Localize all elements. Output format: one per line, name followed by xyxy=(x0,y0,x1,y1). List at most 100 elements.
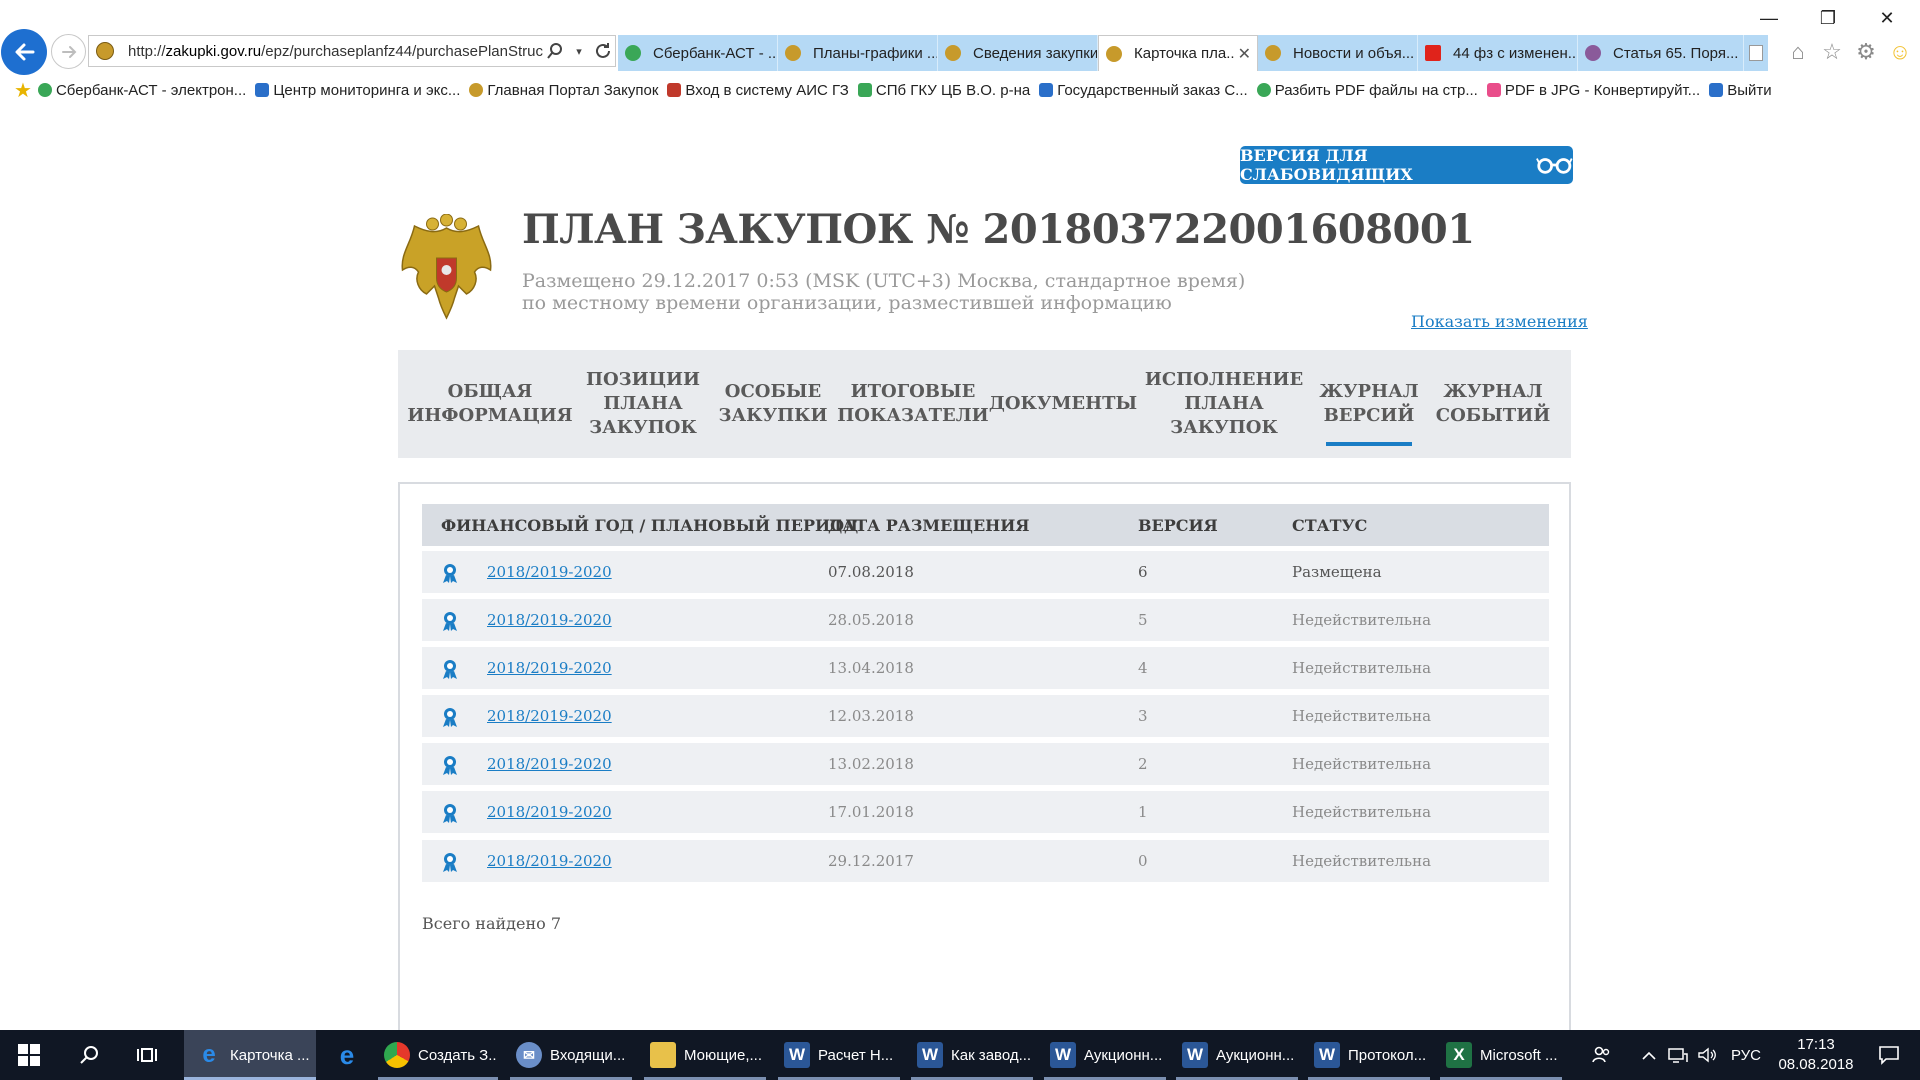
address-bar[interactable]: http://zakupki.gov.ru/epz/purchaseplanfz… xyxy=(88,35,616,67)
people-icon[interactable] xyxy=(1582,1030,1622,1080)
search-taskbar-button[interactable] xyxy=(62,1030,116,1080)
tab-documents[interactable]: ДОКУМЕНТЫ xyxy=(989,350,1137,458)
favorite-link[interactable]: Выйти xyxy=(1709,82,1772,99)
show-changes-link[interactable]: Показать изменения xyxy=(1411,312,1588,331)
low-vision-version-button[interactable]: ВЕРСИЯ ДЛЯ СЛАБОВИДЯЩИХ xyxy=(1240,146,1573,184)
taskbar-app[interactable]: W Расчет Н... xyxy=(778,1030,900,1080)
posted-date-text: Размещено 29.12.2017 0:53 (MSK (UTC+3) М… xyxy=(522,270,1246,292)
award-icon xyxy=(443,756,457,775)
tab-summary-indicators[interactable]: ИТОГОВЫЕ ПОКАЗАТЕЛИ xyxy=(837,350,988,458)
favorite-link[interactable]: Вход в систему АИС ГЗ xyxy=(667,82,849,99)
taskbar-app[interactable]: e Карточка ... xyxy=(184,1030,316,1080)
browser-tab[interactable]: Планы-графики ... xyxy=(778,35,938,71)
favorite-icon xyxy=(255,83,270,97)
favorites-bar: ★ Сбербанк-АСТ - электрон... Центр монит… xyxy=(0,78,1920,102)
taskbar-app[interactable]: Моющие,... xyxy=(644,1030,766,1080)
tab-general-info[interactable]: ОБЩАЯ ИНФОРМАЦИЯ xyxy=(407,350,572,458)
taskbar-app[interactable]: W Как завод... xyxy=(911,1030,1033,1080)
new-tab-button[interactable] xyxy=(1744,35,1768,71)
chevron-up-icon[interactable] xyxy=(1636,1030,1662,1080)
input-language[interactable]: РУС xyxy=(1724,1030,1768,1080)
settings-gear-icon[interactable]: ⚙ xyxy=(1852,38,1880,66)
table-header: ФИНАНСОВЫЙ ГОД / ПЛАНОВЫЙ ПЕРИОД ДАТА РА… xyxy=(422,504,1549,546)
search-icon[interactable] xyxy=(543,39,567,63)
status-cell: Недействительна xyxy=(1292,755,1432,773)
tab-label: ДОКУМЕНТЫ xyxy=(988,393,1138,414)
favorite-link[interactable]: PDF в JPG - Конвертируйт... xyxy=(1486,82,1700,99)
favorite-link[interactable]: СПб ГКУ ЦБ В.О. р-на xyxy=(857,82,1030,99)
close-window-button[interactable]: ✕ xyxy=(1864,2,1910,34)
tab-favicon-icon xyxy=(945,45,961,61)
taskbar-app[interactable]: W Аукционн... xyxy=(1044,1030,1166,1080)
refresh-icon[interactable] xyxy=(591,39,615,63)
home-icon[interactable]: ⌂ xyxy=(1784,38,1812,66)
browser-tab-active[interactable]: Карточка пла... ✕ xyxy=(1098,35,1258,71)
smiley-feedback-icon[interactable]: ☺ xyxy=(1886,38,1914,66)
tab-event-log[interactable]: ЖУРНАЛ СОБЫТИЙ xyxy=(1436,350,1550,458)
taskbar-app[interactable]: W Протокол... xyxy=(1308,1030,1430,1080)
tab-label: ПОЗИЦИИ ПЛАНА ЗАКУПОК xyxy=(585,369,701,438)
tab-close-icon[interactable]: ✕ xyxy=(1238,44,1251,64)
tab-favicon-icon xyxy=(1425,45,1441,61)
period-link[interactable]: 2018/2019-2020 xyxy=(487,803,612,821)
browser-tab[interactable]: Сведения закупки xyxy=(938,35,1098,71)
tab-strip: Сбербанк-АСТ - ... Планы-графики ... Све… xyxy=(618,35,1768,71)
browser-tab[interactable]: Сбербанк-АСТ - ... xyxy=(618,35,778,71)
table-row: 2018/2019-2020 13.02.2018 2 Недействител… xyxy=(422,743,1549,785)
tab-plan-positions[interactable]: ПОЗИЦИИ ПЛАНА ЗАКУПОК xyxy=(585,350,701,458)
volume-icon[interactable] xyxy=(1694,1030,1720,1080)
clock-date: 08.08.2018 xyxy=(1778,1056,1854,1073)
taskbar-app[interactable]: X Microsoft ... xyxy=(1440,1030,1562,1080)
dropdown-icon[interactable]: ▾ xyxy=(567,39,591,63)
favorite-link[interactable]: Сбербанк-АСТ - электрон... xyxy=(37,82,246,99)
version-cell: 6 xyxy=(1138,563,1148,581)
date-cell: 13.04.2018 xyxy=(828,659,914,677)
action-center-button[interactable] xyxy=(1864,1030,1914,1080)
clock-time: 17:13 xyxy=(1797,1036,1835,1053)
back-button[interactable] xyxy=(1,29,47,75)
chrome-icon xyxy=(384,1042,410,1068)
windows-taskbar: e Карточка ... e Создать З... ✉ Входящи...… xyxy=(0,1030,1920,1080)
add-favorite-star-icon[interactable]: ★ xyxy=(14,78,32,103)
taskbar-app[interactable]: Создать З... xyxy=(378,1030,498,1080)
restore-button[interactable]: ❐ xyxy=(1805,2,1851,34)
browser-tab[interactable]: 44 фз с изменен... xyxy=(1418,35,1578,71)
tab-version-log[interactable]: ЖУРНАЛ ВЕРСИЙ xyxy=(1319,350,1419,458)
period-link[interactable]: 2018/2019-2020 xyxy=(487,707,612,725)
minimize-button[interactable]: — xyxy=(1746,2,1792,34)
period-link[interactable]: 2018/2019-2020 xyxy=(487,852,612,870)
word-icon: W xyxy=(1050,1042,1076,1068)
favorite-icon xyxy=(667,83,682,97)
favorite-link[interactable]: Центр мониторинга и экс... xyxy=(255,82,460,99)
tab-plan-execution[interactable]: ИСПОЛНЕНИЕ ПЛАНА ЗАКУПОК xyxy=(1145,350,1303,458)
tab-label: ОСОБЫЕ ЗАКУПКИ xyxy=(718,381,828,426)
period-link[interactable]: 2018/2019-2020 xyxy=(487,659,612,677)
address-text[interactable]: http://zakupki.gov.ru/epz/purchaseplanfz… xyxy=(128,43,543,60)
table-row: 2018/2019-2020 12.03.2018 3 Недействител… xyxy=(422,695,1549,737)
tab-special-purchases[interactable]: ОСОБЫЕ ЗАКУПКИ xyxy=(719,350,828,458)
clock[interactable]: 17:13 08.08.2018 xyxy=(1770,1030,1862,1080)
task-view-button[interactable] xyxy=(120,1030,174,1080)
favorite-link[interactable]: Разбить PDF файлы на стр... xyxy=(1256,82,1478,99)
favorites-star-icon[interactable]: ☆ xyxy=(1818,38,1846,66)
favorite-link[interactable]: Главная Портал Закупок xyxy=(469,82,658,99)
notifications-icon xyxy=(1879,1046,1899,1065)
favorite-link[interactable]: Государственный заказ С... xyxy=(1039,82,1248,99)
period-link[interactable]: 2018/2019-2020 xyxy=(487,563,612,581)
table-row: 2018/2019-2020 17.01.2018 1 Недействител… xyxy=(422,791,1549,833)
version-cell: 1 xyxy=(1138,803,1148,821)
network-icon[interactable] xyxy=(1664,1030,1692,1080)
favorite-icon xyxy=(37,83,52,97)
taskbar-app[interactable]: ✉ Входящи... xyxy=(510,1030,632,1080)
status-cell: Недействительна xyxy=(1292,611,1432,629)
browser-tab[interactable]: Новости и объя... xyxy=(1258,35,1418,71)
date-cell: 29.12.2017 xyxy=(828,852,914,870)
taskbar-app[interactable]: e xyxy=(320,1030,374,1080)
period-link[interactable]: 2018/2019-2020 xyxy=(487,755,612,773)
start-button[interactable] xyxy=(0,1030,58,1080)
period-link[interactable]: 2018/2019-2020 xyxy=(487,611,612,629)
forward-button[interactable] xyxy=(51,34,86,69)
taskbar-app-label: Аукционн... xyxy=(1084,1046,1163,1064)
browser-tab[interactable]: Статья 65. Поря... xyxy=(1578,35,1744,71)
taskbar-app[interactable]: W Аукционн... xyxy=(1176,1030,1298,1080)
